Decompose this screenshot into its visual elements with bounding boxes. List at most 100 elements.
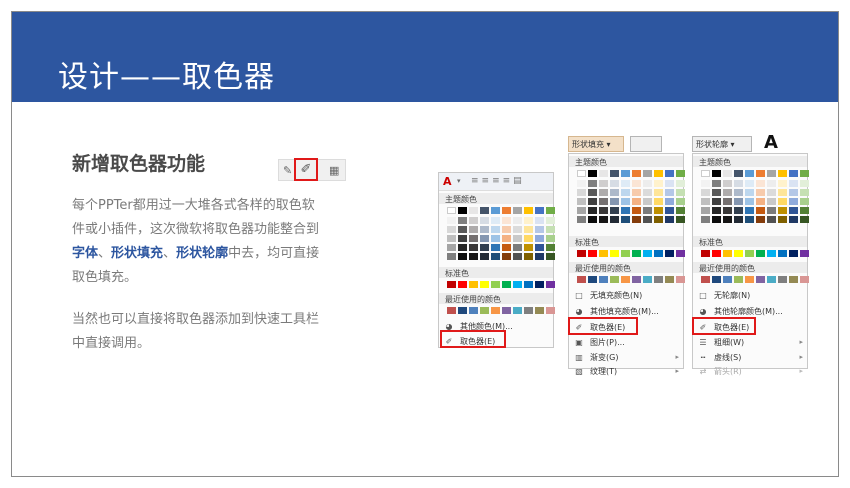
highlight-font: 字体 [72, 246, 99, 261]
picture-icon: ▣ [575, 337, 583, 347]
theme-shades-2[interactable] [577, 189, 685, 196]
paragraph-1: 每个PPTer都用过一大堆各式各样的取色软 件或小插件，这次微软将取色器功能整合… [72, 194, 352, 290]
font-toolbar: A ▾ ≡≡≡≡▤ [439, 173, 553, 191]
standard-colors-row[interactable] [577, 250, 685, 257]
arrows-item: ⇄ 箭头(R) [697, 365, 742, 377]
chevron-right-icon: ▸ [799, 367, 803, 375]
gradient-item[interactable]: ▥ 渐变(G) [573, 351, 618, 363]
more-outline-colors-item[interactable]: ◕ 其他轮廓颜色(M)... [697, 305, 783, 317]
highlight-shape-fill: 形状填充 [111, 246, 164, 261]
section-standard-colors: 标准色 [445, 269, 469, 278]
text-effect-icon[interactable]: A [764, 132, 778, 153]
theme-shades-2[interactable] [447, 226, 555, 233]
separator: 、 [98, 246, 112, 261]
arrows-label: 箭头(R) [714, 366, 742, 376]
para1-tail: 中去，均可直接 [228, 246, 320, 261]
more-fill-colors-item[interactable]: ◕ 其他填充颜色(M)... [573, 305, 659, 317]
dashes-label: 虚线(S) [714, 352, 742, 362]
standard-colors-row[interactable] [701, 250, 809, 257]
theme-shades-3[interactable] [577, 198, 685, 205]
no-fill-label: 无填充颜色(N) [590, 290, 643, 300]
weight-item[interactable]: ☰ 粗细(W) [697, 336, 744, 348]
gradient-icon: ▥ [575, 352, 583, 362]
recent-colors-row[interactable] [577, 276, 685, 283]
no-fill-item[interactable]: □ 无填充颜色(N) [573, 289, 642, 301]
theme-shades-1[interactable] [447, 217, 555, 224]
dashes-item[interactable]: ┅ 虚线(S) [697, 351, 742, 363]
section-theme-colors: 主题颜色 [699, 158, 731, 167]
paragraph-2: 当然也可以直接将取色器添加到快速工具栏 中直接调用。 [72, 308, 352, 356]
font-color-icon[interactable]: A [443, 175, 452, 188]
slide-title: 设计——取色器 [58, 60, 275, 95]
shape-fill-button[interactable]: 形状填充 ▾ [568, 136, 624, 152]
slide: 设计——取色器 新增取色器功能 ✎ ▦ ✐ 每个PPTer都用过一大堆各式各样的… [11, 11, 839, 477]
more-outline-colors-label: 其他轮廓颜色(M)... [714, 306, 783, 316]
shape-fill-label: 形状填充 ▾ [572, 139, 611, 149]
theme-shades-5[interactable] [447, 253, 555, 260]
para1-line4: 取色填充。 [72, 270, 138, 285]
theme-shades-3[interactable] [701, 198, 809, 205]
texture-label: 纹理(T) [590, 366, 618, 376]
highlight-shape-outline: 形状轮廓 [176, 246, 229, 261]
theme-shades-4[interactable] [701, 207, 809, 214]
section-recent-colors: 最近使用的颜色 [445, 295, 501, 304]
fill-eyedropper-highlight [568, 317, 638, 335]
theme-row-top[interactable] [701, 170, 809, 177]
dashes-icon: ┅ [700, 352, 706, 362]
font-eyedropper-highlight [440, 330, 506, 348]
theme-shades-1[interactable] [701, 180, 809, 187]
section-recent-colors: 最近使用的颜色 [575, 264, 631, 273]
texture-item[interactable]: ▧ 纹理(T) [573, 365, 617, 377]
empty-square-icon: □ [575, 290, 583, 300]
slide-header: 设计——取色器 [12, 12, 838, 102]
brush-icon: ✎ [283, 164, 293, 177]
recent-colors-row[interactable] [701, 276, 809, 283]
no-outline-item[interactable]: □ 无轮廓(N) [697, 289, 750, 301]
section-theme-colors: 主题颜色 [445, 195, 477, 204]
picture-label: 图片(P)... [590, 337, 625, 347]
standard-colors-row[interactable] [447, 281, 555, 288]
weight-label: 粗细(W) [714, 337, 745, 347]
chevron-right-icon: ▸ [675, 353, 679, 361]
theme-row-top[interactable] [447, 207, 555, 214]
align-icons[interactable]: ≡≡≡≡▤ [471, 176, 525, 186]
gradient-label: 渐变(G) [590, 352, 619, 362]
outline-eyedropper-highlight [692, 317, 756, 335]
palette-icon: ◕ [575, 306, 583, 316]
section-recent-colors: 最近使用的颜色 [699, 264, 755, 273]
theme-shades-5[interactable] [577, 216, 685, 223]
no-outline-label: 无轮廓(N) [714, 290, 751, 300]
line-weight-icon: ☰ [699, 337, 707, 347]
para1-line1: 每个PPTer都用过一大堆各式各样的取色软 [72, 198, 315, 213]
table-icon: ▦ [329, 164, 340, 177]
theme-shades-3[interactable] [447, 235, 555, 242]
section-standard-colors: 标准色 [699, 238, 723, 247]
shape-outline-button[interactable]: 形状轮廓 ▾ [692, 136, 752, 152]
shape-fill-menu: 主题颜色 标准色 最近使用的颜色 □无填充颜色(N) ◕其他填充颜色(M). [568, 153, 685, 376]
para1-line2: 件或小插件，这次微软将取色器功能整合到 [72, 222, 320, 237]
placeholder-box [630, 136, 662, 152]
palette-icon: ◕ [699, 306, 707, 316]
theme-shades-5[interactable] [701, 216, 809, 223]
recent-colors-row[interactable] [447, 307, 555, 314]
more-fill-colors-label: 其他填充颜色(M)... [590, 306, 659, 316]
eyedropper-highlight [294, 158, 318, 181]
dropdown-arrow-icon[interactable]: ▾ [457, 177, 461, 185]
theme-shades-2[interactable] [701, 189, 809, 196]
theme-row-top[interactable] [577, 170, 685, 177]
separator: 、 [163, 246, 177, 261]
section-theme-colors: 主题颜色 [575, 158, 607, 167]
theme-shades-4[interactable] [447, 244, 555, 251]
shape-outline-menu: 主题颜色 标准色 最近使用的颜色 □ 无轮廓(N) ◕ 其他轮廓颜色(M)... [692, 153, 809, 376]
para2-line2: 中直接调用。 [72, 336, 151, 351]
chevron-right-icon: ▸ [799, 338, 803, 346]
chevron-right-icon: ▸ [799, 353, 803, 361]
para1-line3: 字体、形状填充、形状轮廓中去，均可直接 [72, 242, 352, 266]
chevron-right-icon: ▸ [675, 367, 679, 375]
para2-line1: 当然也可以直接将取色器添加到快速工具栏 [72, 312, 320, 327]
picture-item[interactable]: ▣ 图片(P)... [573, 336, 625, 348]
section-standard-colors: 标准色 [575, 238, 599, 247]
theme-shades-1[interactable] [577, 180, 685, 187]
theme-shades-4[interactable] [577, 207, 685, 214]
slide-subtitle: 新增取色器功能 [72, 153, 206, 175]
